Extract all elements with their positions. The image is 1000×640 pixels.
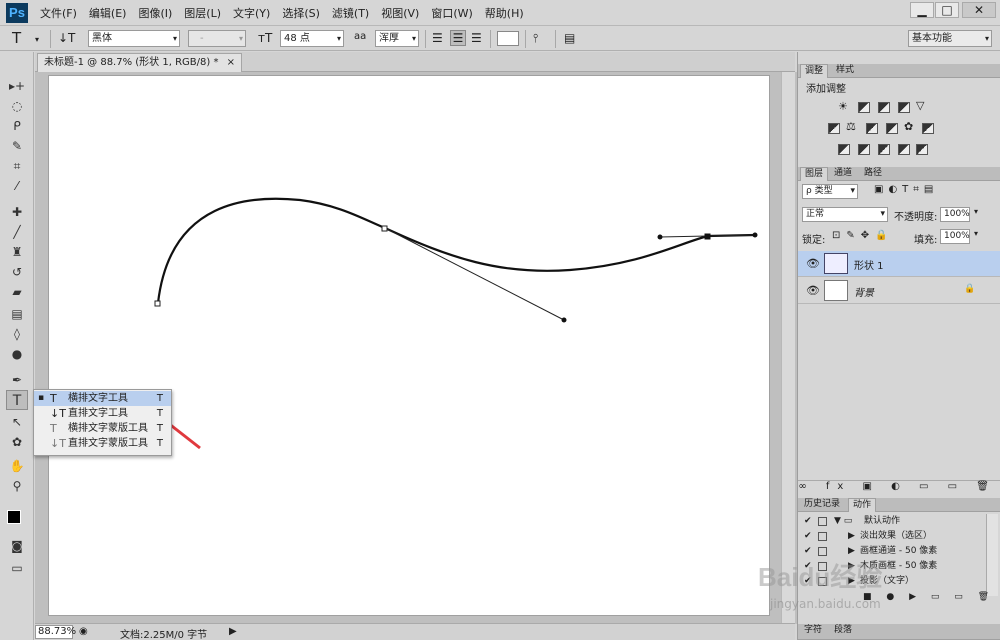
vibrance-icon[interactable]: ▽ [916,99,924,112]
hue-saturation-icon[interactable] [828,123,840,134]
status-menu-arrow-icon[interactable]: ▶ [229,626,237,637]
visibility-eye-icon[interactable]: 👁 [806,284,820,297]
blend-mode-select[interactable]: 正常 ▾ [802,207,888,222]
lock-icons[interactable]: ⊡✎✥🔒 [832,230,894,241]
layers-tabs: 图层 通道 路径 [798,167,1000,181]
action-row[interactable]: ✔ ▶ 淡出效果（选区） [798,529,988,544]
action-set-row[interactable]: ✔ ▼ ▭ 默认动作 [798,514,988,529]
invert-icon[interactable] [838,144,850,155]
handle-point[interactable] [561,317,567,323]
anchor-point[interactable] [381,225,388,232]
status-bar: 88.73% ◉ 文档:2.25M/0 字节 ▶ [35,623,795,640]
tab-paragraph[interactable]: 段落 [830,624,856,638]
vertical-scrollbar[interactable] [781,72,795,624]
posterize-icon[interactable] [858,144,870,155]
type-tool-flyout: ▪ T 横排文字工具 T ↓T 直排文字工具 T T 横排文字蒙版工具 T ↓T… [33,389,172,456]
flyout-vertical-type[interactable]: ↓T 直排文字工具 T [34,406,171,421]
horizontal-type-icon: T [50,392,57,405]
doc-info: 文档:2.25M/0 字节 [120,630,208,640]
opacity-dropdown-icon[interactable]: ▾ [974,207,978,216]
brightness-icon[interactable]: ☀ [838,100,848,113]
search-icon: ρ [806,186,815,196]
horizontal-type-mask-icon: T [50,422,57,435]
layer-row-shape[interactable]: 👁 形状 1 [798,251,1000,277]
handle-point[interactable] [657,234,663,240]
tab-character[interactable]: 字符 [800,624,826,638]
zoom-field[interactable]: 88.73% [35,625,76,639]
flyout-vertical-type-mask[interactable]: ↓T 直排文字蒙版工具 T [34,436,171,451]
tab-paths[interactable]: 路径 [860,167,886,181]
baidu-watermark: Baidu经验 [758,562,883,592]
layer-name: 形状 1 [854,261,884,272]
layer-name: 背景 [854,288,874,299]
levels-icon[interactable] [858,102,870,113]
exposure-icon[interactable] [898,102,910,113]
adjustments-tabs: 调整 样式 [798,64,1000,78]
selected-bullet-icon: ▪ [38,393,45,403]
anchor-point[interactable] [704,233,711,240]
tab-adjustments[interactable]: 调整 [800,64,829,78]
character-tabs: 字符 段落 [798,624,1000,640]
selective-color-icon[interactable] [898,144,910,155]
bezier-handle [384,227,565,321]
status-icon: ◉ [79,626,88,637]
channel-mixer-icon[interactable]: ✿ [904,120,913,133]
tab-actions[interactable]: 动作 [848,498,877,512]
layer-row-background[interactable]: 👁 背景 🔒 [798,278,1000,304]
layer-filter-icons[interactable]: ▣◐T⌗▤ [874,184,938,195]
fill-input[interactable]: 100% [940,229,970,244]
vertical-type-mask-icon: ↓T [50,437,66,450]
tab-history[interactable]: 历史记录 [800,498,844,512]
layer-filter-select[interactable]: ρ 类型 ▾ [802,184,858,199]
opacity-label: 不透明度: [894,212,938,223]
history-tabs: 历史记录 动作 [798,498,1000,512]
curves-icon[interactable] [878,102,890,113]
anchor-point[interactable] [154,300,161,307]
tab-layers[interactable]: 图层 [800,167,829,181]
adjustments-heading: 添加调整 [806,84,846,95]
layer-thumbnail [824,280,848,301]
threshold-icon[interactable] [878,144,890,155]
visibility-eye-icon[interactable]: 👁 [806,257,820,270]
vertical-type-icon: ↓T [50,407,66,420]
shape-path[interactable] [156,197,756,304]
flyout-horizontal-type[interactable]: ▪ T 横排文字工具 T [34,391,171,406]
layers-footer[interactable]: ∞ fx ▣ ◐ ▭ ▭ 🗑 [798,480,1000,496]
layer-thumbnail [824,253,848,274]
color-balance-icon[interactable]: ⚖ [846,120,856,133]
tab-channels[interactable]: 通道 [830,167,856,181]
lock-label: 锁定: [802,235,826,246]
tab-styles[interactable]: 样式 [832,64,858,78]
opacity-input[interactable]: 100% [940,207,970,222]
photo-filter-icon[interactable] [886,123,898,134]
fill-label: 填充: [914,235,938,246]
gradient-map-icon[interactable] [916,144,928,155]
actions-scrollbar[interactable] [986,514,998,596]
right-panel-dock: 调整 样式 添加调整 ☀ ▽ ⚖ ✿ 图层 通道 路径 ρ 类型 ▾ ▣◐T⌗▤ … [758,52,1000,640]
baidu-watermark-url: jingyan.baidu.com [770,597,881,611]
black-white-icon[interactable] [866,123,878,134]
lock-icon: 🔒 [964,284,976,294]
color-lookup-icon[interactable] [922,123,934,134]
flyout-horizontal-type-mask[interactable]: T 横排文字蒙版工具 T [34,421,171,436]
fill-dropdown-icon[interactable]: ▾ [974,229,978,238]
handle-point[interactable] [752,232,758,238]
